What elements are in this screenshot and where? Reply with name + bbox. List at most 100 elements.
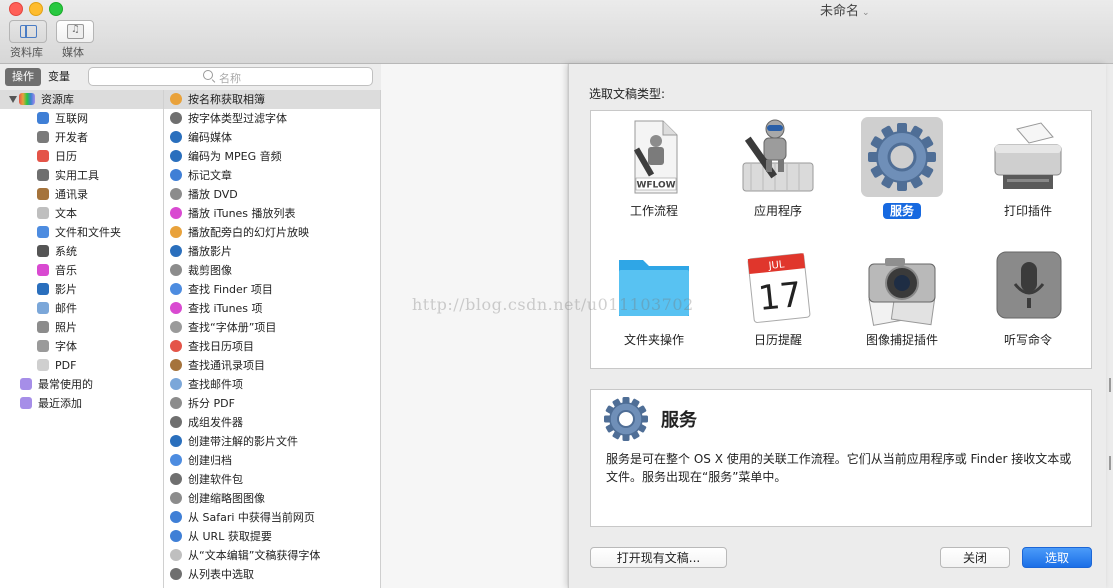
category-label: 开发者 [55,131,88,144]
library-toggle-button[interactable] [9,20,47,43]
close-window-button[interactable] [9,2,23,16]
type-label-folder-action: 文件夹操作 [623,333,684,347]
library-category-item[interactable]: 实用工具 [37,166,99,185]
description-title: 服务 [661,410,697,431]
type-application[interactable]: 应用程序 [733,114,823,232]
action-label: 查找“字体册”项目 [188,321,277,334]
library-category-item[interactable]: 日历 [37,147,77,166]
action-item[interactable]: 从 URL 获取提要 [164,527,380,546]
action-label: 查找通讯录项目 [188,359,265,372]
type-service[interactable]: 服务 [857,114,947,232]
library-category-item[interactable]: 邮件 [37,299,77,318]
action-item[interactable]: 查找日历项目 [164,337,380,356]
library-category-item[interactable]: 文本 [37,204,77,223]
library-category-item[interactable]: 互联网 [37,109,88,128]
action-label: 按名称获取相簿 [188,93,265,106]
action-item[interactable]: 从 Safari 中获得当前网页 [164,508,380,527]
action-item[interactable]: 从“文本编辑”文稿获得字体 [164,546,380,565]
action-label: 查找日历项目 [188,340,254,353]
media-button[interactable] [56,20,94,43]
action-item[interactable]: 创建归档 [164,451,380,470]
close-button[interactable]: 关闭 [940,547,1010,568]
action-label: 从列表中选取 [188,568,254,581]
type-workflow[interactable]: WFLOW 工作流程 [609,114,699,232]
library-root-item[interactable]: 资源库 [0,90,163,109]
tab-actions[interactable]: 操作 [5,68,41,86]
action-icon [170,169,182,181]
action-item[interactable]: 编码媒体 [164,128,380,147]
action-item[interactable]: 播放影片 [164,242,380,261]
action-item[interactable]: 成组发件器 [164,413,380,432]
action-item[interactable]: 查找通讯录项目 [164,356,380,375]
type-print-plugin[interactable]: 打印插件 [983,114,1073,232]
scrollbar-indicator[interactable] [1109,456,1111,470]
library-category-item[interactable]: 照片 [37,318,77,337]
choose-button[interactable]: 选取 [1022,547,1092,568]
library-category-item[interactable]: PDF [37,356,76,375]
action-icon [170,264,182,276]
library-category-item[interactable]: 字体 [37,337,77,356]
window-title[interactable]: 未命名 ⌄ [820,0,870,19]
library-category-item[interactable]: 通讯录 [37,185,88,204]
action-item[interactable]: 播放 DVD [164,185,380,204]
open-existing-document-button[interactable]: 打开现有文稿... [590,547,727,568]
action-label: 查找邮件项 [188,378,243,391]
library-category-item[interactable]: 影片 [37,280,77,299]
action-icon [170,549,182,561]
action-item[interactable]: 播放 iTunes 播放列表 [164,204,380,223]
action-item[interactable]: 查找 iTunes 项 [164,299,380,318]
scrollbar-indicator[interactable] [1109,378,1111,392]
action-item[interactable]: 播放配旁白的幻灯片放映 [164,223,380,242]
type-calendar-alarm[interactable]: JUL 17 日历提醒 [733,243,823,361]
action-icon [170,188,182,200]
action-icon [170,283,182,295]
action-icon [170,150,182,162]
chevron-down-icon: ⌄ [862,8,870,18]
action-item[interactable]: 查找“字体册”项目 [164,318,380,337]
library-list: 资源库 互联网开发者日历 实用工具 通讯录 文本 文件和文件夹 系统 音乐 影片邮件照片字体 P… [0,90,164,588]
sheet-title: 选取文稿类型: [589,87,666,101]
minimize-window-button[interactable] [29,2,43,16]
action-item[interactable]: 按名称获取相簿 [164,90,380,109]
folder-icon [613,246,695,326]
category-label: 字体 [55,340,77,353]
category-icon [37,112,49,124]
category-icon [37,150,49,162]
type-dictation-command[interactable]: 听写命令 [983,243,1073,361]
action-label: 拆分 PDF [188,397,235,410]
action-item[interactable]: 创建软件包 [164,470,380,489]
disclosure-triangle-icon[interactable] [9,96,17,103]
action-item[interactable]: 查找 Finder 项目 [164,280,380,299]
category-icon [37,226,49,238]
category-label: PDF [55,359,77,372]
action-item[interactable]: 查找邮件项 [164,375,380,394]
search-input[interactable]: 名称 [88,67,373,86]
action-item[interactable]: 创建缩略图图像 [164,489,380,508]
smart-group-item[interactable]: 最常使用的 [20,375,93,394]
type-image-capture[interactable]: 图像捕捉插件 [857,243,947,361]
tab-variables[interactable]: 变量 [41,68,77,86]
action-item[interactable]: 编码为 MPEG 音频 [164,147,380,166]
action-item[interactable]: 裁剪图像 [164,261,380,280]
window-toolbar: 未命名⌄ 资料库 媒体 [0,0,1113,64]
action-item[interactable]: 按字体类型过滤字体 [164,109,380,128]
smart-group-label: 最近添加 [38,397,82,410]
action-label: 播放影片 [188,245,232,258]
library-category-item[interactable]: 系统 [37,242,77,261]
category-icon [37,188,49,200]
action-item[interactable]: 从列表中选取 [164,565,380,584]
smart-group-item[interactable]: 最近添加 [20,394,82,413]
library-category-item[interactable]: 文件和文件夹 [37,223,121,242]
category-icon [37,169,49,181]
automator-robot-icon [737,117,819,197]
description-text: 服务是可在整个 OS X 使用的关联工作流程。它们从当前应用程序或 Finder… [606,452,1072,484]
category-label: 邮件 [55,302,77,315]
workflow-canvas[interactable] [381,64,567,588]
library-category-item[interactable]: 开发者 [37,128,88,147]
actions-variables-segmented-control: 操作 变量 [5,68,77,86]
action-item[interactable]: 拆分 PDF [164,394,380,413]
zoom-window-button[interactable] [49,2,63,16]
action-item[interactable]: 标记文章 [164,166,380,185]
library-category-item[interactable]: 音乐 [37,261,77,280]
action-item[interactable]: 创建带注解的影片文件 [164,432,380,451]
